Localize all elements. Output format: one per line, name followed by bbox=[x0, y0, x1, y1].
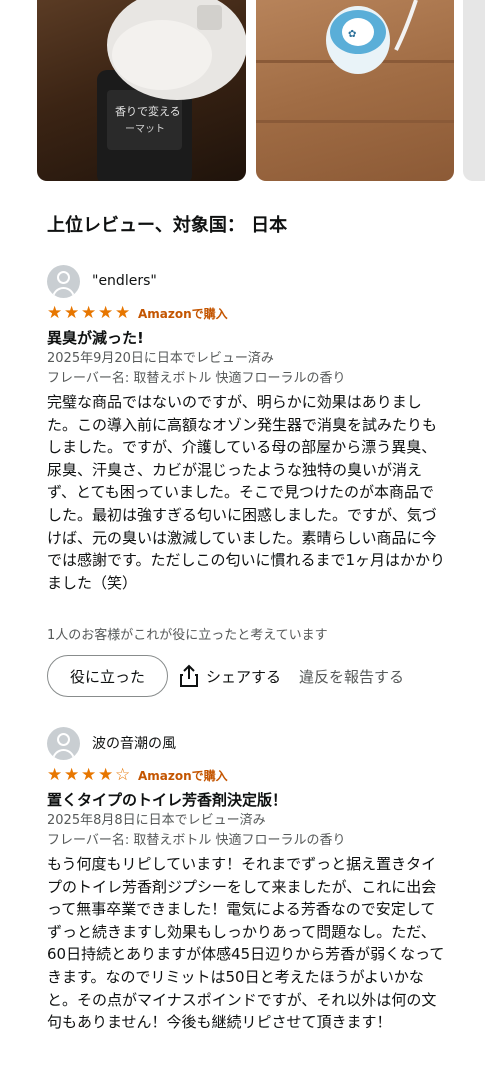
star-icon: ★ bbox=[47, 764, 63, 785]
star-icon: ★ bbox=[98, 302, 114, 323]
svg-text:✿: ✿ bbox=[348, 29, 356, 40]
star-rating[interactable]: ★ ★ ★ ★ ★ bbox=[47, 302, 132, 323]
rating-row: ★ ★ ★ ★ ★ Amazonで購入 bbox=[47, 303, 447, 323]
review-title[interactable]: 異臭が減った! bbox=[47, 328, 447, 349]
star-empty-icon: ☆ bbox=[115, 764, 131, 785]
reviewer-profile[interactable]: "endlers" bbox=[47, 264, 447, 298]
reviewer-name: 波の音潮の風 bbox=[92, 736, 176, 752]
review-photo-bottle[interactable]: 香りで変える ーマット bbox=[37, 0, 246, 181]
verified-purchase-badge: Amazonで購入 bbox=[138, 768, 228, 783]
rating-row: ★ ★ ★ ★ ☆ Amazonで購入 bbox=[47, 765, 447, 785]
helpful-button[interactable]: 役に立った bbox=[47, 655, 168, 697]
review-photo-device[interactable]: ✿ bbox=[256, 0, 454, 181]
top-reviews-heading: 上位レビュー、対象国： 日本 bbox=[47, 215, 288, 236]
review-date: 2025年9月20日に日本でレビュー済み bbox=[47, 351, 274, 366]
helpful-count: 1人のお客様がこれが役に立ったと考えています bbox=[47, 628, 328, 643]
svg-text:ーマット: ーマット bbox=[125, 124, 165, 135]
review-photo-partial[interactable] bbox=[463, 0, 485, 181]
verified-purchase-badge: Amazonで購入 bbox=[138, 306, 228, 321]
review-image-gallery: 香りで変える ーマット ✿ bbox=[0, 0, 485, 186]
review-variant[interactable]: フレーバー名: 取替えボトル 快適フローラルの香り bbox=[47, 831, 447, 851]
review-title[interactable]: 置くタイプのトイレ芳香剤決定版！ bbox=[47, 790, 447, 811]
review-card: "endlers" ★ ★ ★ ★ ★ Amazonで購入 異臭が減った! 20… bbox=[47, 264, 447, 594]
person-icon bbox=[47, 264, 80, 298]
svg-text:香りで変える: 香りで変える bbox=[115, 104, 181, 118]
reviewer-profile[interactable]: 波の音潮の風 bbox=[47, 726, 447, 760]
report-abuse-link[interactable]: 違反を報告する bbox=[299, 666, 404, 687]
share-label: シェアする bbox=[206, 667, 282, 686]
review-card: 波の音潮の風 ★ ★ ★ ★ ☆ Amazonで購入 置くタイプのトイレ芳香剤決… bbox=[47, 726, 447, 1034]
review-variant[interactable]: フレーバー名: 取替えボトル 快適フローラルの香り bbox=[47, 369, 447, 389]
star-rating[interactable]: ★ ★ ★ ★ ☆ bbox=[47, 764, 132, 785]
star-icon: ★ bbox=[64, 764, 80, 785]
star-icon: ★ bbox=[115, 302, 131, 323]
review-date: 2025年8月8日に日本でレビュー済み bbox=[47, 813, 266, 828]
person-icon bbox=[47, 726, 80, 760]
star-icon: ★ bbox=[98, 764, 114, 785]
star-icon: ★ bbox=[81, 302, 97, 323]
share-button[interactable]: シェアする bbox=[178, 664, 281, 688]
review-body: もう何度もリピしています！それまでずっと据え置きタイプのトイレ芳香剤ジプシーをし… bbox=[47, 855, 445, 1032]
review-actions: 役に立った シェアする 違反を報告する bbox=[47, 655, 447, 697]
star-icon: ★ bbox=[64, 302, 80, 323]
review-body: 完璧な商品ではないのですが、明らかに効果はありました。この導入前に高額なオゾン発… bbox=[47, 393, 446, 592]
star-icon: ★ bbox=[81, 764, 97, 785]
star-icon: ★ bbox=[47, 302, 63, 323]
reviewer-name: "endlers" bbox=[92, 273, 157, 289]
share-icon bbox=[180, 664, 198, 687]
